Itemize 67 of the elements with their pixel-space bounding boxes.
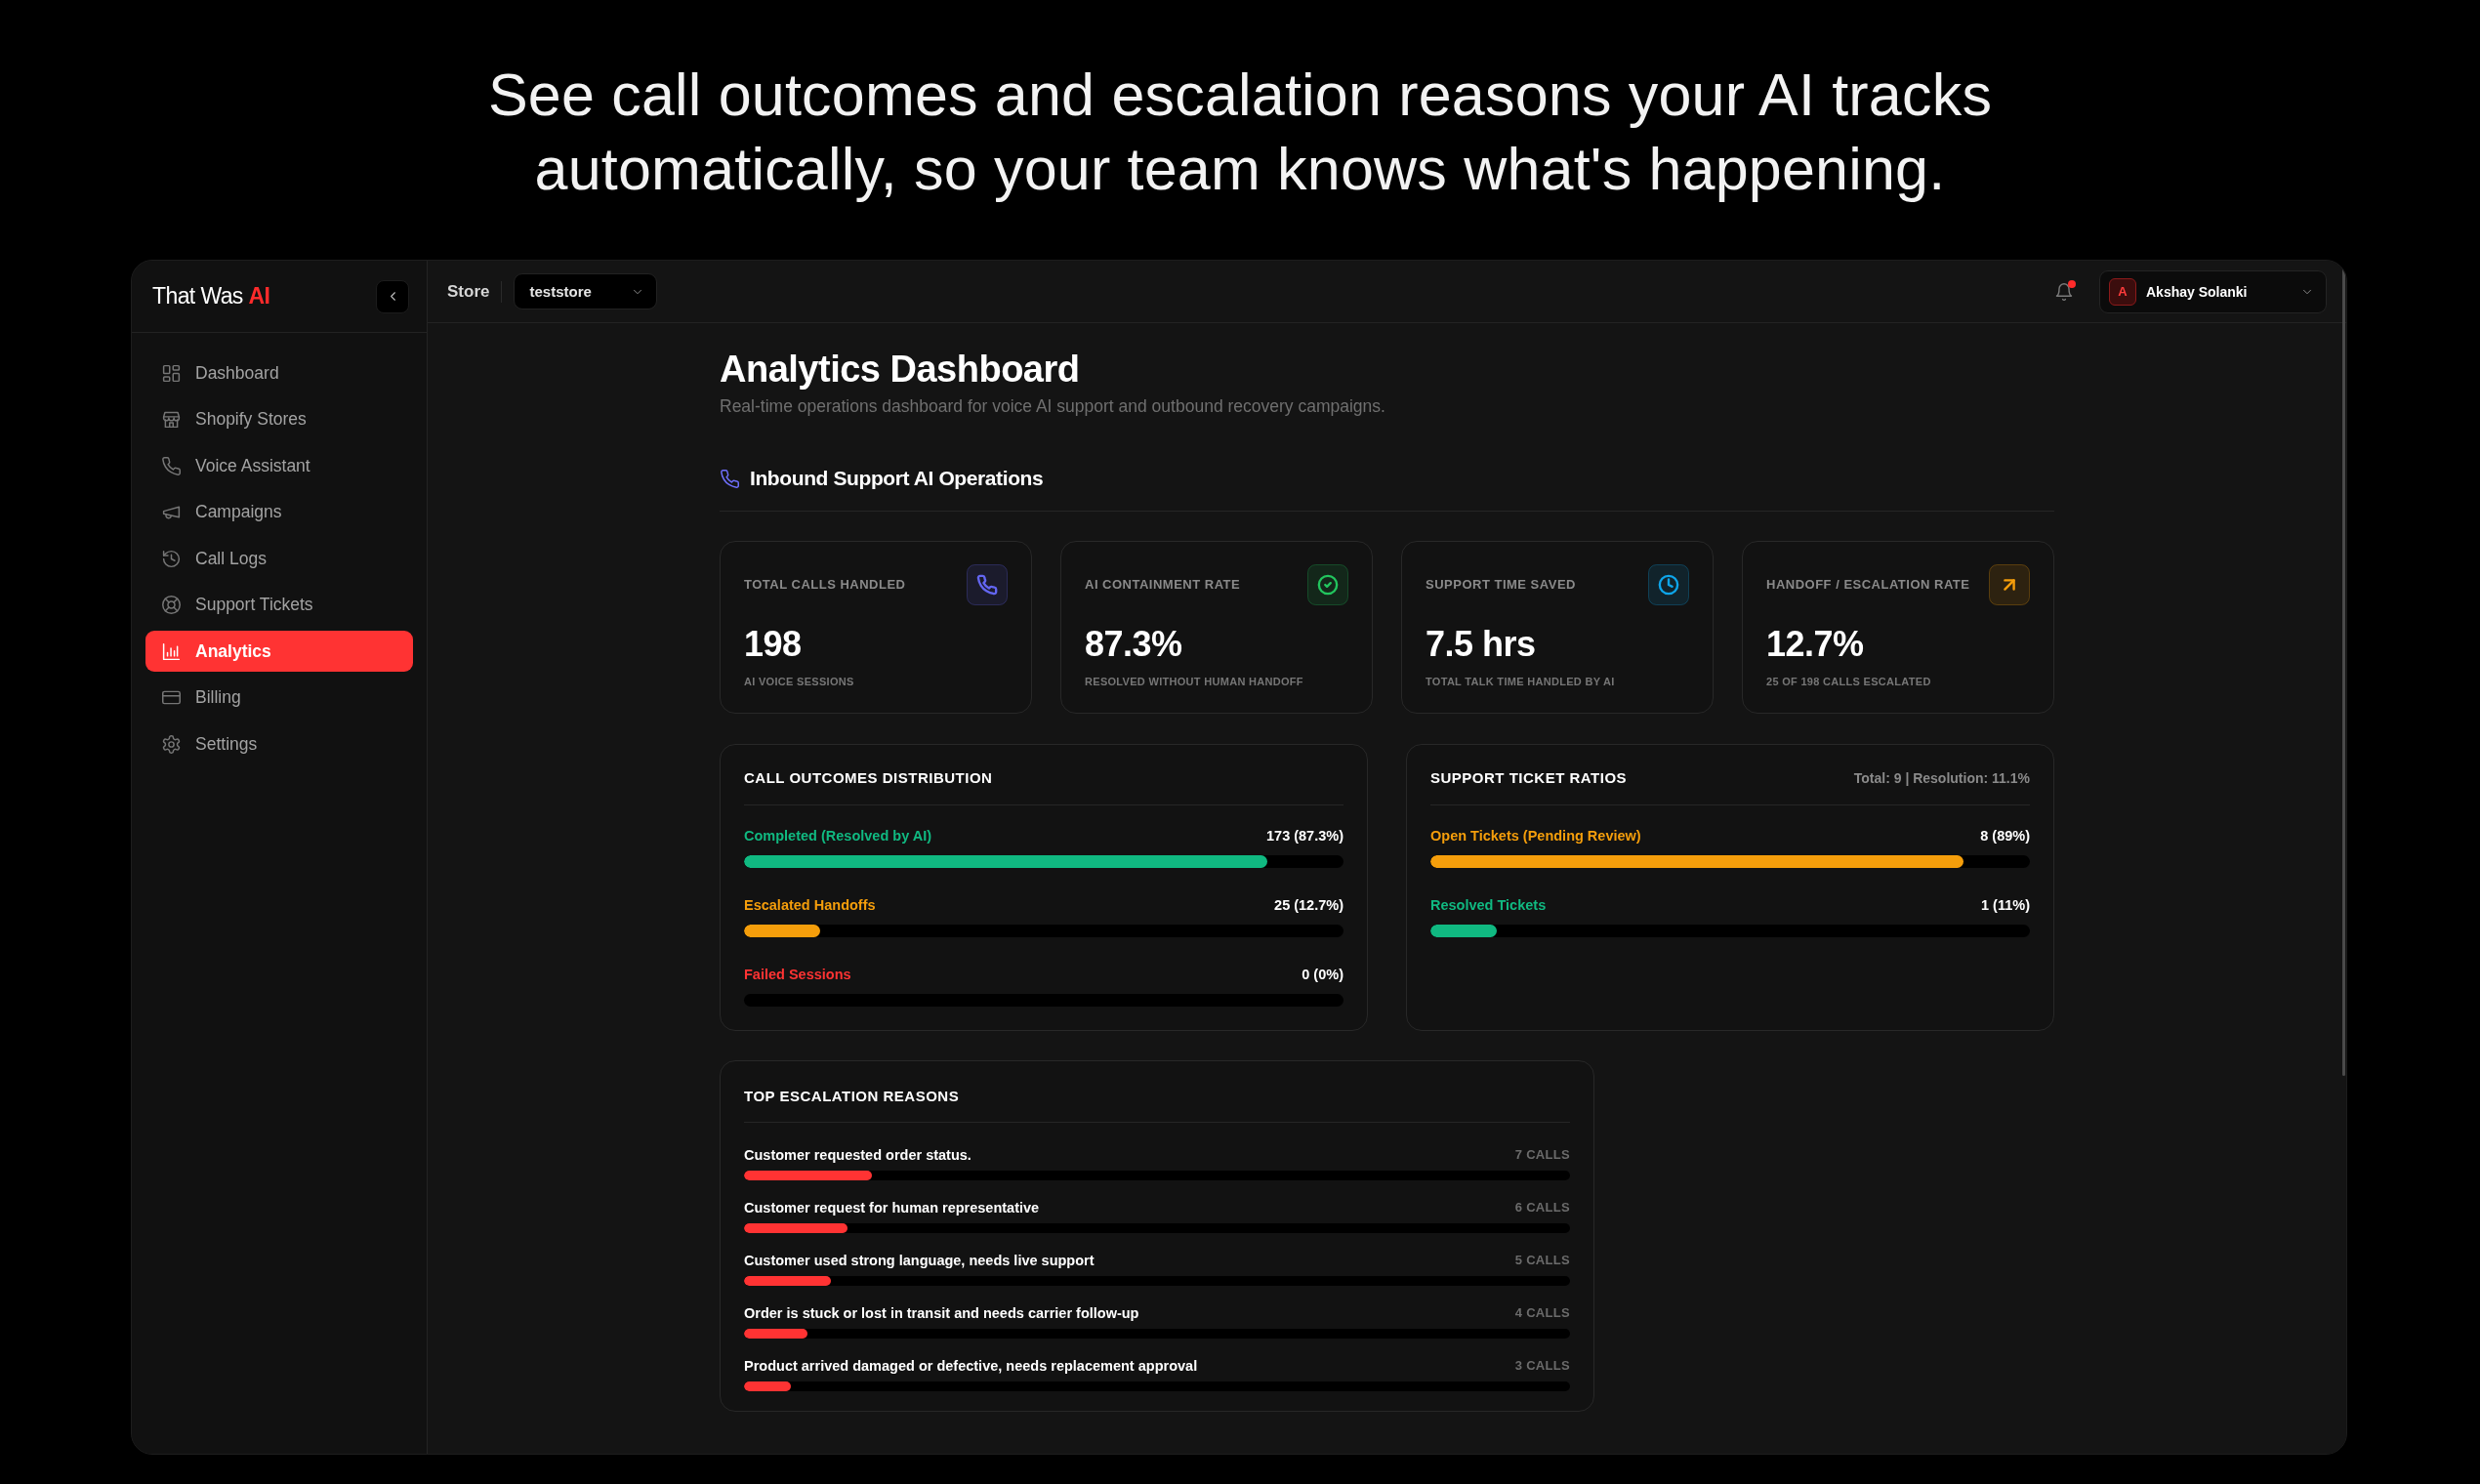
- clock-icon: [1648, 564, 1689, 605]
- kpi-label: HANDOFF / ESCALATION RATE: [1766, 577, 1970, 593]
- user-menu[interactable]: A Akshay Solanki: [2099, 269, 2327, 313]
- sidebar-item[interactable]: Shopify Stores: [145, 398, 413, 440]
- bell-icon[interactable]: [2054, 281, 2074, 302]
- settings-icon: [161, 733, 182, 755]
- logo: That Was AI: [152, 283, 270, 309]
- reason-count: 3 CALLS: [1514, 1357, 1570, 1375]
- kpi-label: TOTAL CALLS HANDLED: [744, 577, 906, 593]
- kpi-caption: 25 OF 198 CALLS ESCALATED: [1766, 675, 1932, 688]
- history-icon: [161, 548, 182, 569]
- reason-count: 4 CALLS: [1514, 1304, 1570, 1322]
- sidebar-item[interactable]: Analytics: [145, 631, 413, 672]
- kpi-value: 12.7%: [1766, 623, 1865, 666]
- reason-label: Order is stuck or lost in transit and needs carrier follow-up: [744, 1304, 1139, 1323]
- sidebar-item[interactable]: Call Logs: [145, 538, 413, 579]
- page-title: Analytics Dashboard: [720, 348, 1081, 392]
- card-title: SUPPORT TICKET RATIOS: [1430, 768, 1628, 788]
- outcome-label: Completed (Resolved by AI): [744, 827, 932, 845]
- lifebuoy-icon: [161, 595, 182, 615]
- card-summary: Total: 9 | Resolution: 11.1%: [1853, 769, 2030, 788]
- kpi-caption: TOTAL TALK TIME HANDLED BY AI: [1426, 675, 1616, 688]
- section-title: Inbound Support AI Operations: [750, 466, 1044, 491]
- grid-icon: [161, 362, 182, 384]
- reason-label: Customer used strong language, needs live support: [744, 1252, 1095, 1270]
- kpi-label: SUPPORT TIME SAVED: [1426, 577, 1576, 593]
- collapse-sidebar-button[interactable]: [376, 279, 409, 313]
- sidebar-item[interactable]: Billing: [145, 677, 413, 719]
- user-avatar: A: [2109, 277, 2136, 306]
- outcome-count: 8 (89%): [1980, 827, 2030, 845]
- kpi-caption: AI VOICE SESSIONS: [744, 675, 855, 688]
- headline: See call outcomes and escalation reasons your AI tracks automatically, so your team knows what's happening.: [486, 61, 1994, 204]
- kpi-value: 7.5 hrs: [1426, 623, 1537, 666]
- reason-count: 6 CALLS: [1514, 1199, 1570, 1216]
- reason-count: 5 CALLS: [1514, 1252, 1570, 1269]
- reason-count: 7 CALLS: [1514, 1146, 1570, 1164]
- outcome-label: Resolved Tickets: [1430, 896, 1547, 915]
- store-select[interactable]: teststore: [514, 273, 658, 309]
- arrow-up-right-icon: [1989, 564, 2030, 605]
- card-title: CALL OUTCOMES DISTRIBUTION: [744, 768, 993, 788]
- outcome-count: 0 (0%): [1302, 966, 1343, 984]
- outcome-count: 173 (87.3%): [1266, 827, 1343, 845]
- sidebar-item[interactable]: Voice Assistant: [145, 445, 413, 486]
- sidebar-item[interactable]: Dashboard: [145, 352, 413, 393]
- phone-icon: [967, 564, 1008, 605]
- kpi-caption: RESOLVED WITHOUT HUMAN HANDOFF: [1085, 675, 1304, 688]
- reason-label: Customer request for human representative: [744, 1199, 1040, 1217]
- sidebar-item[interactable]: Campaigns: [145, 491, 413, 533]
- store-label: Store: [447, 281, 490, 302]
- kpi-value: 87.3%: [1085, 623, 1183, 666]
- phone-icon: [161, 455, 182, 476]
- outcome-label: Failed Sessions: [744, 966, 851, 984]
- sidebar-item[interactable]: Support Tickets: [145, 584, 413, 626]
- outcome-label: Escalated Handoffs: [744, 896, 876, 915]
- page-subtitle: Real-time operations dashboard for voice AI support and outbound recovery campaigns.: [720, 395, 1386, 418]
- outcome-label: Open Tickets (Pending Review): [1430, 827, 1641, 845]
- kpi-value: 198: [744, 623, 803, 666]
- bar-chart-icon: [161, 640, 182, 662]
- kpi-label: AI CONTAINMENT RATE: [1085, 577, 1241, 593]
- outcome-count: 25 (12.7%): [1274, 896, 1343, 915]
- reason-label: Customer requested order status.: [744, 1146, 971, 1165]
- card-title: TOP ESCALATION REASONS: [744, 1088, 960, 1104]
- sidebar-item[interactable]: Settings: [145, 723, 413, 764]
- reason-label: Product arrived damaged or defective, needs replacement approval: [744, 1357, 1198, 1376]
- outcome-count: 1 (11%): [1981, 896, 2030, 915]
- storefront-icon: [161, 409, 182, 430]
- phone-icon: [720, 468, 740, 489]
